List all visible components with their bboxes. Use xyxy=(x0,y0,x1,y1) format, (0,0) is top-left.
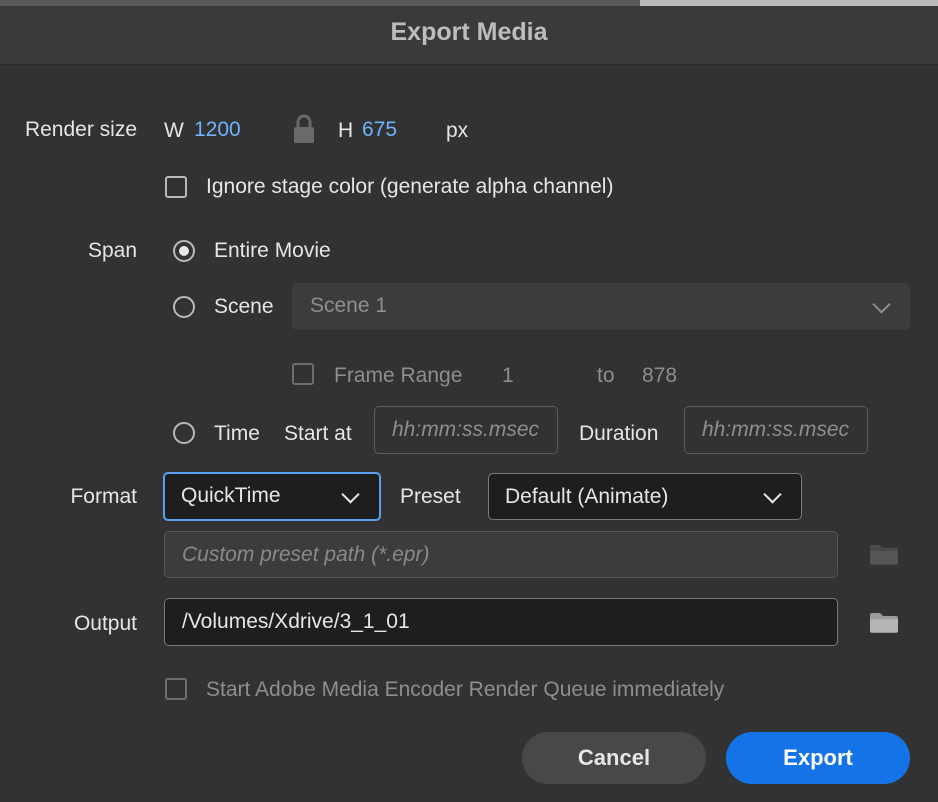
start-at-label: Start at xyxy=(284,422,352,445)
height-value[interactable]: 675 xyxy=(362,117,397,143)
scene-select-value: Scene 1 xyxy=(310,294,388,317)
output-path-input[interactable]: /Volumes/Xdrive/3_1_01 xyxy=(164,598,838,646)
preset-label: Preset xyxy=(400,485,461,508)
scene-select[interactable]: Scene 1 xyxy=(292,283,910,330)
export-button[interactable]: Export xyxy=(726,732,910,784)
dialog-title: Export Media xyxy=(390,18,548,46)
encoder-queue-label: Start Adobe Media Encoder Render Queue i… xyxy=(206,678,725,701)
start-at-input[interactable]: hh:mm:ss.msec xyxy=(374,406,558,454)
lock-icon[interactable] xyxy=(291,113,317,145)
chevron-down-icon xyxy=(341,484,360,504)
output-folder-icon[interactable] xyxy=(869,611,899,633)
frame-range-to[interactable]: 878 xyxy=(642,363,677,389)
duration-label: Duration xyxy=(579,422,659,445)
custom-preset-path-input[interactable]: Custom preset path (*.epr) xyxy=(164,531,838,578)
span-label: Span xyxy=(87,239,137,262)
duration-input[interactable]: hh:mm:ss.msec xyxy=(684,406,868,454)
frame-range-to-label: to xyxy=(597,364,615,387)
cancel-button[interactable]: Cancel xyxy=(522,732,706,784)
format-select[interactable]: QuickTime xyxy=(163,472,381,521)
time-label: Time xyxy=(214,422,260,445)
chevron-down-icon xyxy=(763,484,782,504)
frame-range-label: Frame Range xyxy=(334,364,463,387)
ignore-stage-checkbox[interactable] xyxy=(165,176,187,198)
time-radio[interactable] xyxy=(173,422,195,444)
export-media-dialog: Export Media Render size W 1200 H 675 px… xyxy=(0,0,938,802)
encoder-queue-checkbox[interactable] xyxy=(165,678,187,700)
format-select-value: QuickTime xyxy=(181,484,281,507)
entire-movie-label: Entire Movie xyxy=(214,239,331,262)
output-label: Output xyxy=(73,612,137,635)
width-value[interactable]: 1200 xyxy=(194,117,241,143)
width-label: W xyxy=(164,119,184,142)
render-size-label: Render size xyxy=(24,118,137,141)
height-label: H xyxy=(338,119,354,142)
frame-range-from[interactable]: 1 xyxy=(502,363,514,389)
scene-radio[interactable] xyxy=(173,296,195,318)
entire-movie-radio[interactable] xyxy=(173,240,195,262)
format-label: Format xyxy=(70,485,137,508)
frame-range-checkbox[interactable] xyxy=(292,363,314,385)
chevron-down-icon xyxy=(872,294,891,314)
window-top-strip xyxy=(0,0,938,6)
ignore-stage-label: Ignore stage color (generate alpha chann… xyxy=(206,175,614,198)
preset-select-value: Default (Animate) xyxy=(505,485,669,508)
custom-preset-folder-icon[interactable] xyxy=(869,543,899,565)
scene-label: Scene xyxy=(214,295,274,318)
preset-select[interactable]: Default (Animate) xyxy=(488,473,802,520)
px-unit-label: px xyxy=(446,119,469,142)
title-bar: Export Media xyxy=(0,0,938,65)
